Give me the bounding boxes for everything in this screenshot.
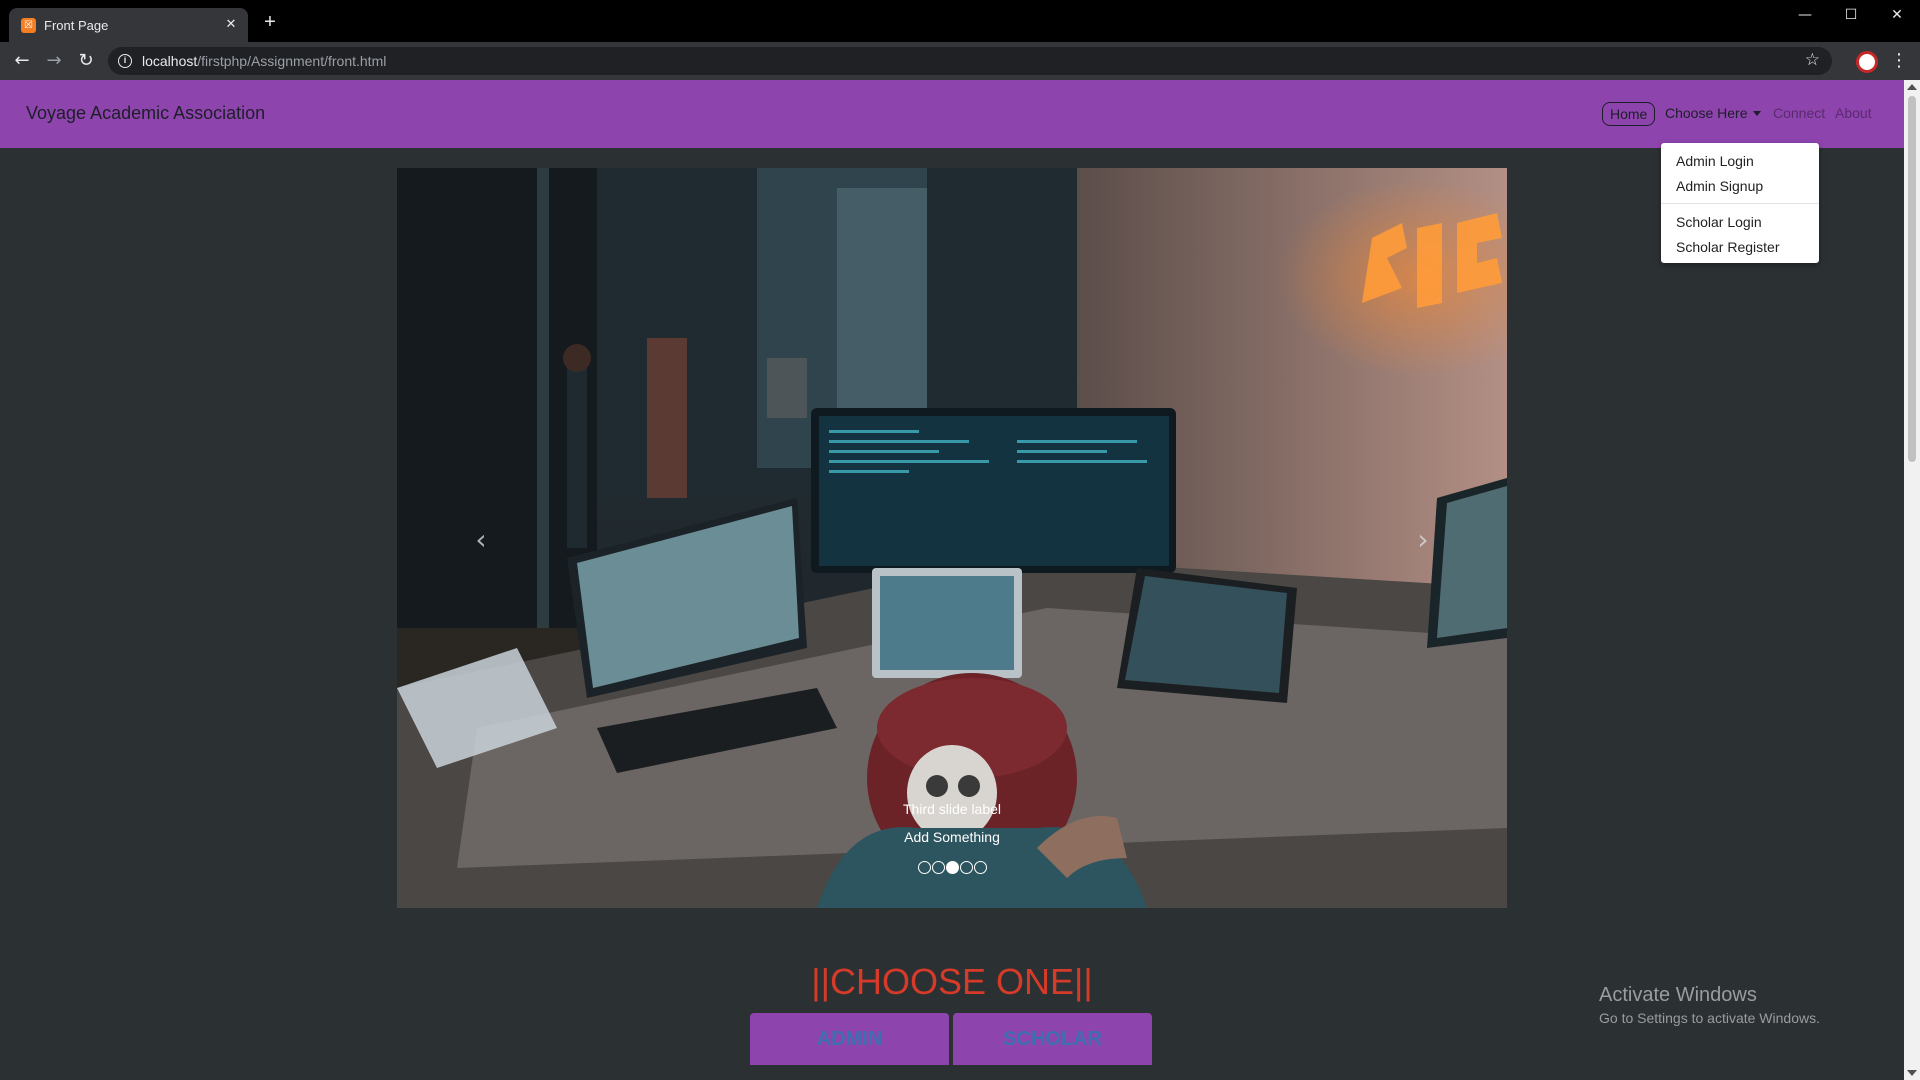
profile-avatar[interactable]	[1856, 51, 1878, 73]
carousel-indicator[interactable]	[973, 861, 987, 874]
browser-toolbar: ← → ↻ i localhost/firstphp/Assignment/fr…	[0, 42, 1920, 80]
dropdown-divider	[1661, 203, 1819, 204]
back-button[interactable]: ←	[10, 50, 34, 72]
activate-windows-subtitle: Go to Settings to activate Windows.	[1599, 1010, 1820, 1026]
scholar-button[interactable]: SCHOLAR	[953, 1013, 1152, 1065]
browser-menu-icon[interactable]: ⋮	[1890, 50, 1908, 72]
minimize-button[interactable]: —	[1790, 5, 1820, 25]
nav-connect-link[interactable]: Connect	[1773, 102, 1825, 124]
nav-choose-label: Choose Here	[1665, 105, 1748, 121]
nav-home-link[interactable]: Home	[1602, 102, 1656, 126]
scrollbar-thumb[interactable]	[1908, 96, 1916, 462]
xampp-favicon-icon: ☒	[21, 18, 36, 33]
carousel-indicators	[397, 861, 1507, 874]
admin-button[interactable]: ADMIN	[750, 1013, 949, 1065]
url-text[interactable]: localhost/firstphp/Assignment/front.html	[142, 53, 386, 69]
site-info-icon[interactable]: i	[118, 54, 132, 68]
carousel-indicator[interactable]	[931, 861, 945, 874]
carousel-indicator[interactable]	[959, 861, 973, 874]
tab-title: Front Page	[44, 18, 109, 33]
window-close-button[interactable]: ✕	[1882, 5, 1912, 25]
nav-choose-dropdown[interactable]: Choose Here	[1665, 102, 1761, 124]
page-content: Voyage Academic Association Home Choose …	[0, 80, 1904, 1080]
bookmark-star-icon[interactable]: ☆	[1805, 50, 1820, 70]
scroll-down-arrow-icon[interactable]	[1907, 1070, 1917, 1076]
carousel-caption-text: Add Something	[904, 829, 1000, 845]
forward-button[interactable]: →	[42, 50, 66, 72]
activate-windows-title: Activate Windows	[1599, 984, 1757, 1006]
page-scrollbar[interactable]	[1904, 80, 1920, 1080]
new-tab-button[interactable]: +	[260, 12, 280, 32]
image-carousel: ‹ › Third slide label Add Something	[397, 168, 1507, 908]
carousel-prev-icon[interactable]: ‹	[461, 520, 501, 560]
carousel-caption-title: Third slide label	[902, 801, 1002, 817]
tab-close-icon[interactable]: ✕	[222, 15, 240, 33]
dropdown-item-admin-login[interactable]: Admin Login	[1676, 153, 1754, 169]
nav-about-link[interactable]: About	[1835, 102, 1872, 124]
maximize-button[interactable]: ☐	[1836, 5, 1866, 25]
scroll-up-arrow-icon[interactable]	[1907, 84, 1917, 90]
site-navbar: Voyage Academic Association Home Choose …	[0, 80, 1904, 148]
browser-tab[interactable]: ☒ Front Page ✕	[9, 8, 248, 42]
dropdown-item-scholar-login[interactable]: Scholar Login	[1676, 214, 1762, 230]
choose-dropdown-menu: Admin Login Admin Signup Scholar Login S…	[1661, 143, 1819, 263]
navbar-brand[interactable]: Voyage Academic Association	[26, 103, 265, 124]
reload-button[interactable]: ↻	[74, 50, 98, 72]
browser-tabstrip: ☒ Front Page ✕ + — ☐ ✕	[0, 0, 1920, 42]
carousel-slide-image	[397, 168, 1507, 908]
carousel-indicator[interactable]	[917, 861, 931, 874]
dropdown-item-admin-signup[interactable]: Admin Signup	[1676, 178, 1763, 194]
carousel-indicator-active[interactable]	[945, 861, 959, 874]
caret-down-icon	[1752, 111, 1761, 116]
dropdown-item-scholar-register[interactable]: Scholar Register	[1676, 239, 1780, 255]
carousel-next-icon[interactable]: ›	[1403, 520, 1443, 560]
address-bar[interactable]: i localhost/firstphp/Assignment/front.ht…	[108, 47, 1832, 75]
